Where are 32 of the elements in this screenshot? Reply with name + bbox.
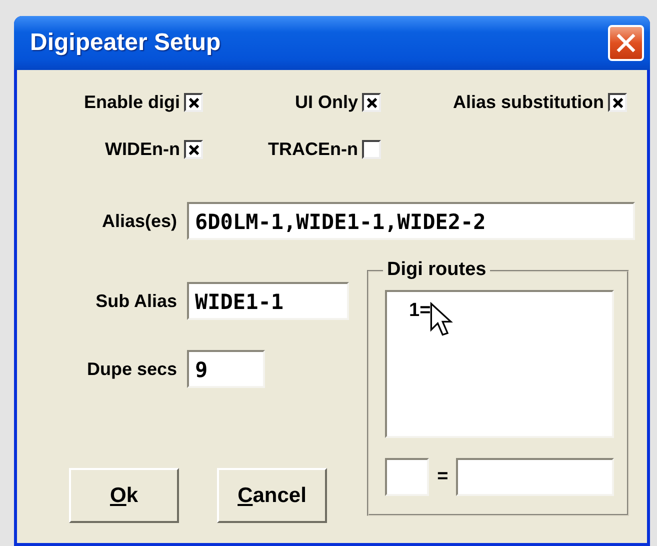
checkbox[interactable] <box>608 93 627 112</box>
checkbox[interactable] <box>362 93 381 112</box>
mouse-pointer-icon <box>429 302 453 338</box>
checkbox[interactable] <box>184 140 203 159</box>
checkbox-label: Enable digi <box>84 92 180 113</box>
list-item[interactable]: 1= <box>409 300 431 322</box>
field-label: Alias(es) <box>100 210 177 232</box>
dialog-button[interactable]: Cancel <box>217 468 327 523</box>
checkbox[interactable] <box>362 140 381 159</box>
field-label: Sub Alias <box>94 290 177 312</box>
dupe-secs-field[interactable]: 9 <box>187 350 265 388</box>
close-icon <box>616 33 636 53</box>
cross-mark-icon <box>188 144 200 156</box>
equals-sign: = <box>437 466 448 488</box>
route-number-field[interactable] <box>385 458 430 496</box>
cross-mark-icon <box>366 96 378 108</box>
dialog-button[interactable]: Ok <box>69 468 179 523</box>
checkbox-label: Alias substitution <box>452 92 604 113</box>
route-list[interactable]: 1= <box>385 290 614 438</box>
checkbox-label: UI Only <box>294 92 358 113</box>
checkbox-label: TRACEn-n <box>268 139 358 160</box>
group-title: Digi routes <box>383 259 490 281</box>
sub-alias-field[interactable]: WIDE1-1 <box>187 282 349 320</box>
cross-mark-icon <box>188 96 200 108</box>
cross-mark-icon <box>612 96 624 108</box>
close-button[interactable] <box>608 25 644 61</box>
checkbox-label: WIDEn-n <box>105 139 180 160</box>
field-label: Dupe secs <box>86 358 177 380</box>
window-title: Digipeater Setup <box>30 29 221 57</box>
route-field[interactable] <box>456 458 614 496</box>
alias-field[interactable]: 6D0LM-1,WIDE1-1,WIDE2-2 <box>187 202 635 240</box>
checkbox[interactable] <box>184 93 203 112</box>
